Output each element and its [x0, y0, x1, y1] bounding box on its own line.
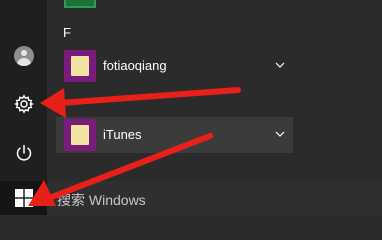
settings-button[interactable]	[0, 82, 47, 126]
folder-icon	[71, 56, 89, 76]
app-tile-partial	[64, 0, 96, 8]
app-item-itunes[interactable]: iTunes	[56, 117, 293, 153]
search-placeholder: 搜索 Windows	[57, 192, 146, 208]
app-label: iTunes	[103, 127, 142, 142]
section-letter[interactable]: F	[63, 25, 71, 40]
user-account-button[interactable]	[0, 34, 47, 78]
power-icon	[16, 144, 31, 161]
app-tile	[64, 119, 96, 151]
app-tile	[64, 50, 96, 82]
start-menu-rail	[0, 0, 47, 181]
app-item-fotiaoqiang[interactable]: fotiaoqiang	[56, 48, 293, 84]
power-button[interactable]	[0, 131, 47, 175]
windows-logo-icon	[14, 189, 33, 207]
taskbar: 搜索 Windows	[0, 181, 382, 215]
gear-icon	[13, 94, 34, 114]
chevron-down-icon[interactable]	[275, 129, 285, 139]
app-list: F fotiaoqiang iTunes	[47, 0, 382, 181]
folder-icon	[71, 125, 89, 145]
app-label: fotiaoqiang	[103, 58, 167, 73]
start-button[interactable]	[0, 181, 47, 215]
chevron-down-icon[interactable]	[275, 60, 285, 70]
search-box[interactable]: 搜索 Windows	[47, 181, 382, 215]
user-avatar-icon	[13, 46, 34, 66]
